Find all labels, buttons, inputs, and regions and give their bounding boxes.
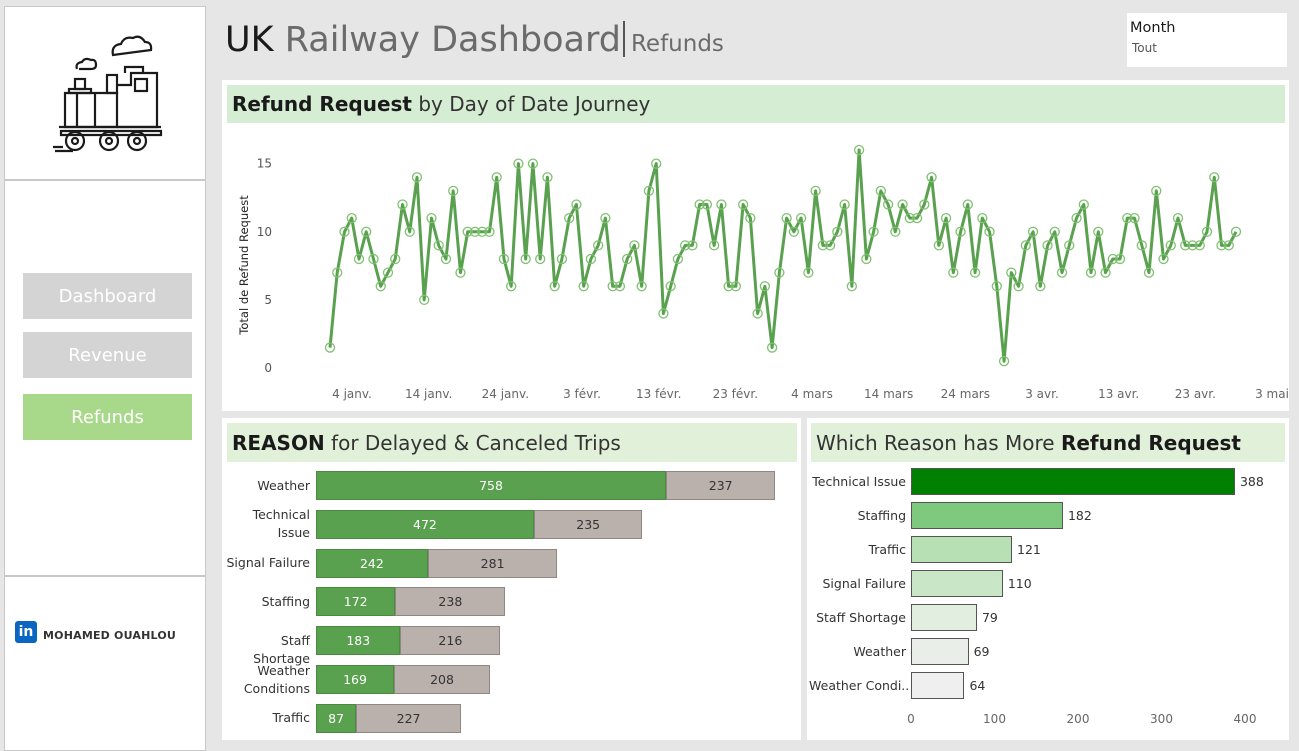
line-chart-xtick: 3 mai	[1255, 387, 1289, 401]
refund-reason-panel: Which Reason has More Refund Request Tec…	[807, 418, 1289, 740]
line-chart-xtick: 13 févr.	[636, 387, 681, 401]
reason-bar-segment-grey[interactable]: 216	[400, 626, 501, 656]
refund-bar-value: 182	[1067, 507, 1092, 523]
reason-bar-segment-green[interactable]: 183	[316, 626, 401, 656]
page-title-rest: Railway Dashboard	[284, 20, 621, 60]
reason-bar-segment-grey[interactable]: 235	[533, 509, 643, 539]
line-chart-xtick: 24 mars	[941, 387, 990, 401]
refund-axis-tick: 300	[1150, 712, 1173, 726]
refund-bar[interactable]	[911, 672, 965, 699]
line-chart-xtick: 14 janv.	[405, 387, 452, 401]
reason-category-label: Technical Issue	[252, 507, 310, 541]
reason-bar-segment-grey[interactable]: 208	[394, 665, 491, 694]
refund-bar[interactable]	[911, 502, 1063, 529]
refund-category-label: Staff Shortage	[816, 609, 906, 625]
reason-category-label: Staffing	[261, 593, 310, 609]
line-chart-xtick: 23 févr.	[713, 387, 758, 401]
line-chart-ylabel: Total de Refund Request	[237, 195, 251, 336]
line-chart-xtick: 14 mars	[864, 387, 913, 401]
refund-bar[interactable]	[911, 604, 977, 631]
reason-bar-segment-green[interactable]: 87	[316, 703, 357, 733]
reason-chart-panel: REASON for Delayed & Canceled Trips Weat…	[222, 418, 801, 740]
refund-bar-value: 69	[973, 643, 990, 659]
line-chart-ytick: 0	[264, 361, 272, 375]
reason-category-label: Weather Conditions	[243, 662, 310, 696]
reason-stacked-bars: Weather 758 237 Technical Issue 472 235 Signal…	[222, 418, 801, 740]
reason-bar-segment-grey[interactable]: 237	[666, 471, 776, 500]
line-chart-xtick: 13 avr.	[1098, 387, 1139, 401]
nav-refunds-button[interactable]: Refunds	[23, 394, 192, 440]
steam-train-icon	[53, 35, 163, 153]
refund-category-label: Staffing	[857, 507, 906, 523]
month-filter-value[interactable]: Tout	[1132, 41, 1157, 55]
refund-bar-value: 79	[981, 609, 998, 625]
refund-bar[interactable]	[911, 570, 1003, 597]
page-title-uk: UK	[225, 20, 274, 60]
refund-category-label: Weather Condi..	[809, 677, 910, 693]
reason-bar-segment-green[interactable]: 242	[316, 548, 428, 578]
refund-axis-tick: 0	[907, 712, 915, 726]
line-chart-ytick: 10	[257, 225, 272, 239]
refund-bar-value: 121	[1017, 541, 1041, 557]
refund-bar-value: 64	[969, 677, 986, 693]
nav-revenue-button[interactable]: Revenue	[23, 332, 192, 378]
line-chart-xtick: 23 avr.	[1175, 387, 1216, 401]
refund-axis-tick: 400	[1233, 712, 1257, 726]
linkedin-icon[interactable]: in	[15, 621, 37, 643]
refund-bar[interactable]	[911, 468, 1235, 495]
refund-axis-tick: 200	[1066, 712, 1090, 726]
line-chart-xtick: 24 janv.	[482, 387, 529, 401]
reason-category-label: Weather	[257, 477, 310, 493]
author-box: in MOHAMED OUAHLOU	[4, 576, 206, 751]
reason-bar-segment-grey[interactable]: 281	[427, 548, 558, 578]
refund-line	[328, 148, 1238, 363]
reason-bar-segment-grey[interactable]: 227	[356, 703, 461, 733]
line-chart-xtick: 3 févr.	[563, 387, 601, 401]
reason-category-label: Traffic	[272, 710, 310, 726]
refund-bar[interactable]	[911, 638, 969, 665]
refund-axis-tick: 100	[983, 712, 1006, 726]
page-title: UK Railway Dashboard Refunds	[225, 20, 724, 60]
line-chart-xtick: 4 mars	[791, 387, 833, 401]
reason-bar-segment-green[interactable]: 172	[316, 587, 396, 617]
refund-category-label: Signal Failure	[822, 575, 907, 591]
page-subtitle: Refunds	[630, 31, 724, 57]
refund-line-chart: Total de Refund Request 0 5 10 15 4 janv. 14 j…	[237, 144, 1289, 401]
nav-box: Dashboard Revenue Refunds	[4, 180, 206, 576]
month-filter-label: Month	[1130, 20, 1176, 36]
refund-bar[interactable]	[911, 536, 1013, 563]
line-chart-xtick: 3 avr.	[1025, 387, 1059, 401]
refund-category-label: Technical Issue	[812, 473, 906, 489]
author-name: MOHAMED OUAHLOU	[43, 629, 177, 642]
line-chart-xtick: 4 janv.	[332, 387, 372, 401]
title-divider	[622, 21, 625, 57]
reason-bar-segment-green[interactable]: 758	[316, 471, 666, 500]
month-filter[interactable]: Month Tout	[1127, 13, 1287, 67]
logo-box	[4, 6, 206, 180]
refund-category-label: Traffic	[868, 541, 906, 557]
reason-bar-segment-grey[interactable]: 238	[395, 587, 506, 617]
reason-bar-segment-green[interactable]: 169	[316, 665, 395, 694]
reason-category-label: Signal Failure	[226, 555, 311, 571]
refund-reason-bars: Technical Issue 388 Staffing 182 Traffic 121 S…	[807, 418, 1289, 740]
line-chart-ytick: 5	[264, 293, 272, 307]
reason-bar-segment-green[interactable]: 472	[316, 509, 534, 539]
nav-dashboard-button[interactable]: Dashboard	[23, 273, 192, 319]
refund-category-label: Weather	[853, 643, 906, 659]
line-chart-ytick: 15	[257, 157, 272, 171]
line-chart-panel: Refund Request by Day of Date Journey To…	[222, 80, 1289, 411]
refund-bar-value: 388	[1239, 473, 1264, 489]
refund-bar-value: 110	[1007, 575, 1032, 591]
